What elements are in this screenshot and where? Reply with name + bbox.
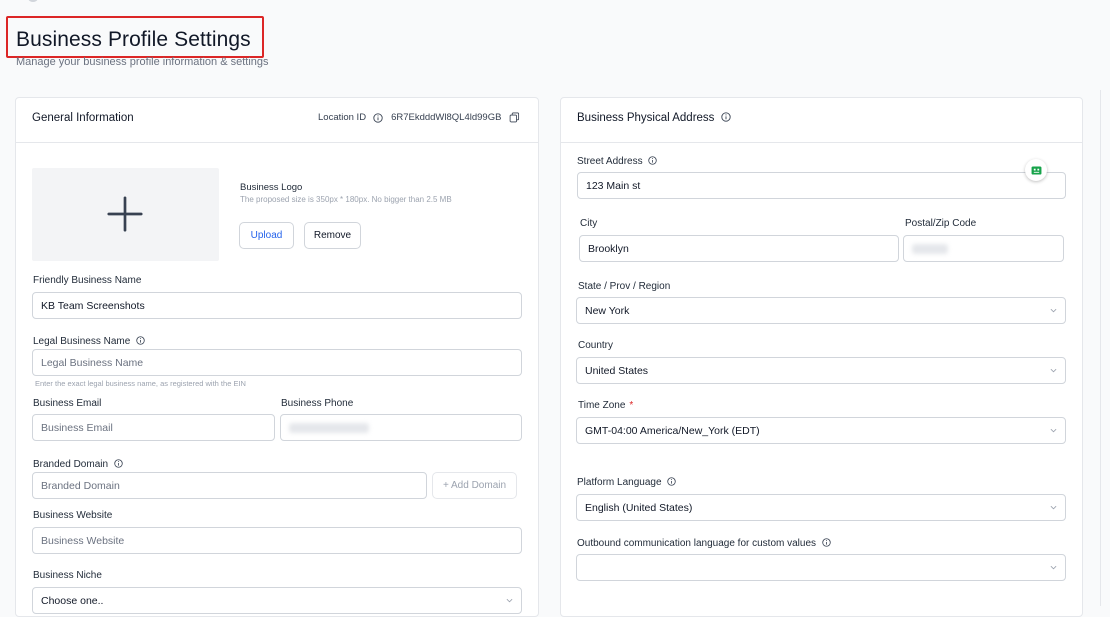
city-input[interactable]: Brooklyn (579, 235, 899, 262)
business-niche-value: Choose one.. (41, 594, 104, 607)
location-id-row: Location ID 6R7EkdddWl8QL4ld99GB (318, 112, 520, 123)
location-id-value: 6R7EkdddWl8QL4ld99GB (391, 112, 502, 123)
business-website-input[interactable]: Business Website (32, 527, 522, 554)
chat-widget-icon[interactable] (1025, 159, 1047, 181)
postal-code-input[interactable] (903, 235, 1064, 262)
branded-domain-label: Branded Domain (33, 459, 123, 470)
required-marker: * (629, 400, 634, 411)
business-email-label: Business Email (33, 398, 102, 409)
time-zone-value: GMT-04:00 America/New_York (EDT) (585, 424, 760, 437)
chevron-down-icon (506, 598, 513, 603)
info-icon (720, 112, 731, 122)
postal-code-label: Postal/Zip Code (905, 218, 977, 229)
platform-language-value: English (United States) (585, 501, 693, 514)
info-icon (136, 336, 145, 345)
platform-language-label: Platform Language (577, 477, 676, 488)
business-address-title: Business Physical Address (577, 112, 731, 124)
city-label: City (580, 218, 598, 229)
branded-domain-label-text: Branded Domain (33, 459, 109, 470)
time-zone-label: Time Zone * (578, 400, 633, 411)
chevron-down-icon (1050, 428, 1057, 433)
chevron-down-icon (1050, 368, 1057, 373)
business-phone-label: Business Phone (281, 398, 354, 409)
chat-widget-glyph (1031, 165, 1041, 175)
friendly-name-input[interactable]: KB Team Screenshots (32, 292, 522, 319)
info-icon (648, 156, 658, 165)
general-information-title: General Information (32, 112, 134, 124)
chevron-down-icon (1050, 308, 1057, 313)
info-icon (667, 477, 676, 486)
phone-redacted (289, 422, 369, 433)
legal-name-label-text: Legal Business Name (33, 336, 131, 347)
info-icon (373, 112, 383, 123)
business-niche-select[interactable]: Choose one.. (32, 587, 522, 614)
copy-icon[interactable] (509, 112, 520, 123)
logo-upload-area[interactable] (32, 168, 219, 261)
add-domain-button[interactable]: + Add Domain (432, 472, 517, 499)
business-logo-hint: The proposed size is 350px * 180px. No b… (240, 195, 452, 204)
legal-name-hint: Enter the exact legal business name, as … (35, 379, 246, 388)
info-icon (822, 538, 831, 547)
platform-language-select[interactable]: English (United States) (576, 494, 1066, 521)
state-value: New York (585, 304, 630, 317)
street-address-label: Street Address (577, 156, 658, 167)
plus-icon (107, 196, 143, 232)
remove-button[interactable]: Remove (304, 222, 361, 249)
business-website-label: Business Website (33, 510, 113, 521)
outbound-language-label: Outbound communication language for cust… (577, 538, 831, 549)
state-label: State / Prov / Region (578, 281, 671, 292)
legal-name-label: Legal Business Name (33, 336, 145, 347)
country-label: Country (578, 340, 614, 351)
info-icon (114, 459, 123, 468)
country-select[interactable]: United States (576, 357, 1066, 384)
street-address-input[interactable]: 123 Main st (577, 172, 1066, 199)
upload-button[interactable]: Upload (239, 222, 294, 249)
location-id-label: Location ID (318, 112, 367, 123)
address-card-divider (561, 142, 1082, 143)
friendly-name-label: Friendly Business Name (33, 275, 142, 286)
street-address-label-text: Street Address (577, 156, 643, 167)
page-title: Business Profile Settings (16, 28, 251, 51)
page-scrollbar[interactable] (1100, 90, 1101, 606)
country-value: United States (585, 364, 649, 377)
chevron-down-icon (1050, 565, 1057, 570)
business-niche-label: Business Niche (33, 570, 102, 581)
postal-redacted (912, 243, 948, 254)
business-phone-input[interactable] (280, 414, 522, 441)
business-address-title-text: Business Physical Address (577, 112, 715, 124)
legal-name-input[interactable]: Legal Business Name (32, 349, 522, 376)
time-zone-label-text: Time Zone (578, 400, 626, 411)
branded-domain-input[interactable]: Branded Domain (32, 472, 427, 499)
time-zone-select[interactable]: GMT-04:00 America/New_York (EDT) (576, 417, 1066, 444)
state-select[interactable]: New York (576, 297, 1066, 324)
outbound-language-label-text: Outbound communication language for cust… (577, 538, 817, 549)
general-card-divider (16, 142, 538, 143)
platform-language-label-text: Platform Language (577, 477, 662, 488)
outbound-language-select[interactable] (576, 554, 1066, 581)
page-subtitle: Manage your business profile information… (16, 56, 269, 68)
business-logo-label: Business Logo (240, 182, 303, 193)
business-email-input[interactable]: Business Email (32, 414, 275, 441)
top-edge-fragment (28, 0, 38, 2)
chevron-down-icon (1050, 505, 1057, 510)
